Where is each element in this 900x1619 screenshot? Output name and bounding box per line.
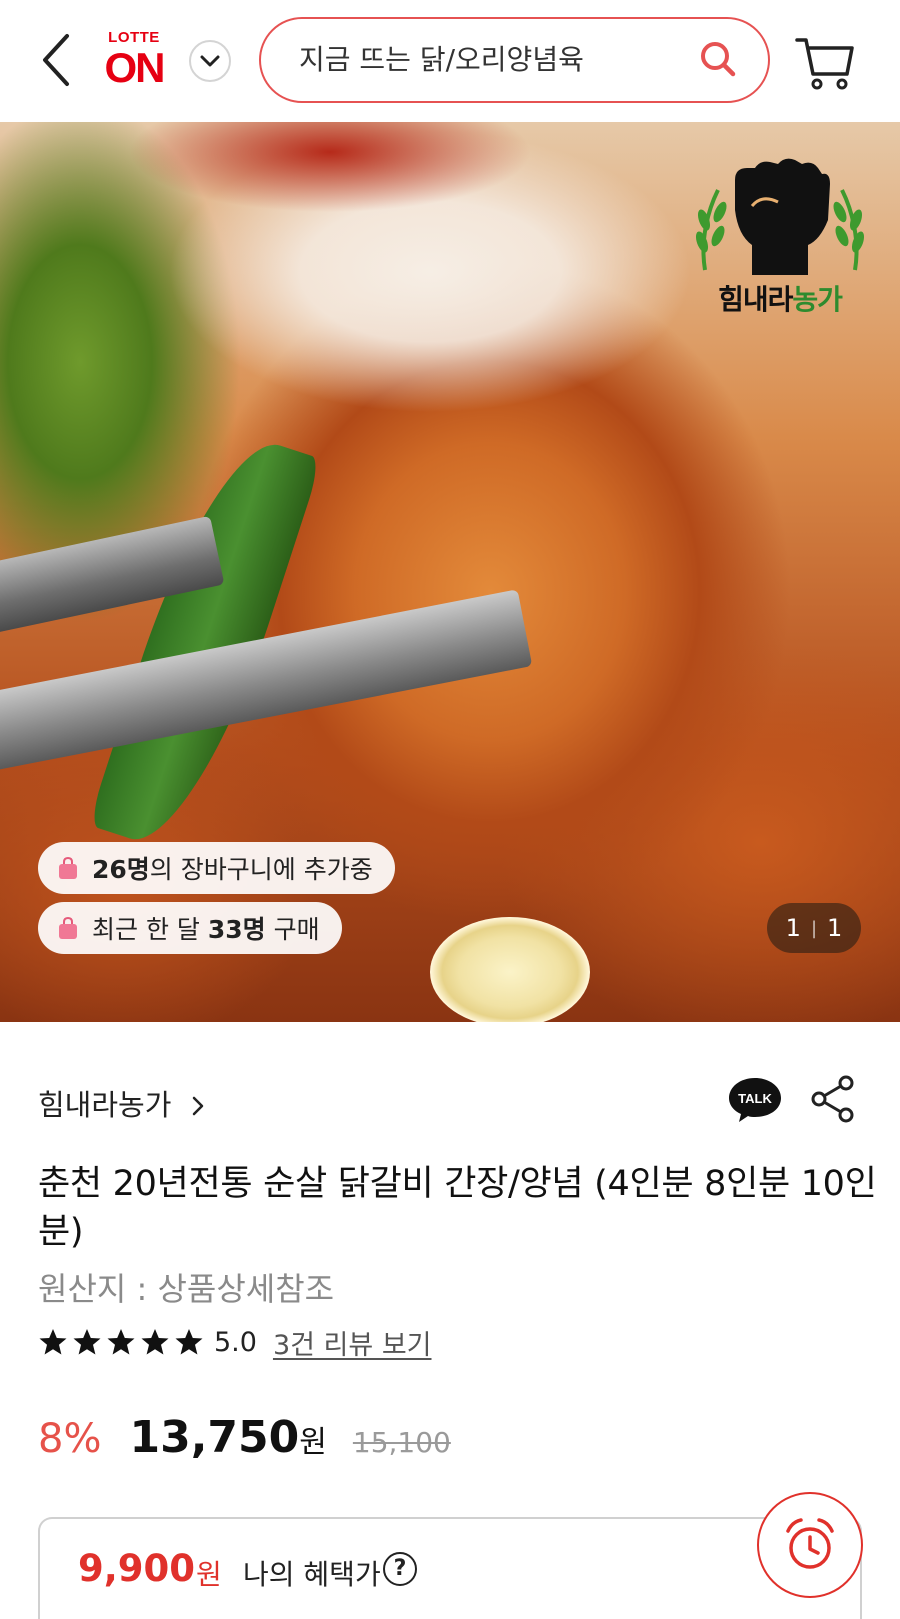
chevron-down-icon <box>200 55 220 67</box>
kakao-talk-icon[interactable]: TALK <box>727 1076 783 1124</box>
cart-icon[interactable] <box>795 36 855 90</box>
search-input[interactable]: 지금 뜨는 닭/오리양념육 <box>259 17 770 103</box>
brand-watermark-black: 힘내라 <box>718 283 793 316</box>
share-icon[interactable] <box>808 1074 858 1124</box>
star-icon <box>175 1329 203 1355</box>
brand-watermark-green: 농가 <box>792 283 843 316</box>
rating-value: 5.0 <box>214 1326 257 1358</box>
chevron-right-icon <box>192 1096 203 1116</box>
lotte-on-logo[interactable]: LOTTE ON <box>94 30 174 92</box>
shopping-bag-icon <box>59 916 77 939</box>
star-icon <box>107 1329 135 1355</box>
brand-watermark-text: 힘내라농가 <box>690 278 870 318</box>
image-counter: 1 | 1 <box>767 903 861 953</box>
search-icon[interactable] <box>698 39 738 79</box>
shopping-bag-icon <box>59 856 77 879</box>
seller-name: 힘내라농가 <box>38 1088 172 1122</box>
mall-dropdown-button[interactable] <box>189 40 231 82</box>
cart-count-text: 의 장바구니에 추가중 <box>149 855 373 884</box>
rating-row: 5.0 3건 리뷰 보기 <box>38 1322 432 1362</box>
fist-icon <box>695 158 865 275</box>
seller-row: 힘내라농가 TALK <box>38 1074 862 1126</box>
price-alarm-button[interactable] <box>757 1492 863 1598</box>
benefit-price-box[interactable]: 9,900 원 나의 혜택가 ? <box>38 1517 862 1619</box>
cart-count-number: 26명 <box>92 855 150 884</box>
svg-text:TALK: TALK <box>738 1091 772 1106</box>
product-origin: 원산지 : 상품상세참조 <box>38 1270 335 1308</box>
rating-stars <box>38 1327 204 1357</box>
seller-link[interactable]: 힘내라농가 <box>38 1082 205 1124</box>
discount-rate: 8% <box>38 1416 102 1462</box>
alarm-clock-icon <box>786 1518 834 1569</box>
header: LOTTE ON 지금 뜨는 닭/오리양념육 <box>0 0 900 122</box>
sale-price: 13,750 <box>129 1412 300 1463</box>
recent-suffix: 구매 <box>265 915 320 944</box>
image-onion-decor <box>430 917 590 1022</box>
star-icon <box>141 1329 169 1355</box>
review-link[interactable]: 3건 리뷰 보기 <box>273 1323 432 1362</box>
brand-watermark-logo: 힘내라농가 <box>690 150 870 320</box>
help-icon[interactable]: ? <box>383 1552 417 1586</box>
recent-purchase-badge: 최근 한 달 33명 구매 <box>38 902 342 954</box>
benefit-unit: 원 <box>196 1558 222 1591</box>
star-icon <box>73 1329 101 1355</box>
product-title: 춘천 20년전통 순살 닭갈비 간장/양념 (4인분 8인분 10인분) <box>38 1164 877 1252</box>
back-icon <box>43 34 69 86</box>
back-button[interactable] <box>38 30 74 90</box>
benefit-price: 9,900 <box>78 1547 196 1590</box>
price-row: 8% 13,750 원 15,100 <box>38 1412 451 1472</box>
recent-prefix: 최근 한 달 <box>92 915 208 944</box>
star-icon <box>39 1329 67 1355</box>
price-unit: 원 <box>299 1425 327 1460</box>
benefit-label: 나의 혜택가 <box>243 1558 381 1591</box>
cart-activity-badge: 26명의 장바구니에 추가중 <box>38 842 395 894</box>
image-counter-current: 1 <box>785 914 801 942</box>
search-text: 지금 뜨는 닭/오리양념육 <box>299 43 584 76</box>
recent-number: 33명 <box>207 915 266 944</box>
logo-main-text: ON <box>104 44 166 91</box>
image-counter-separator: | <box>810 917 818 939</box>
image-counter-total: 1 <box>827 914 843 942</box>
product-image[interactable]: 힘내라농가 26명의 장바구니에 추가중 최근 한 달 33명 구매 1 | 1 <box>0 122 900 1022</box>
original-price: 15,100 <box>352 1426 451 1459</box>
